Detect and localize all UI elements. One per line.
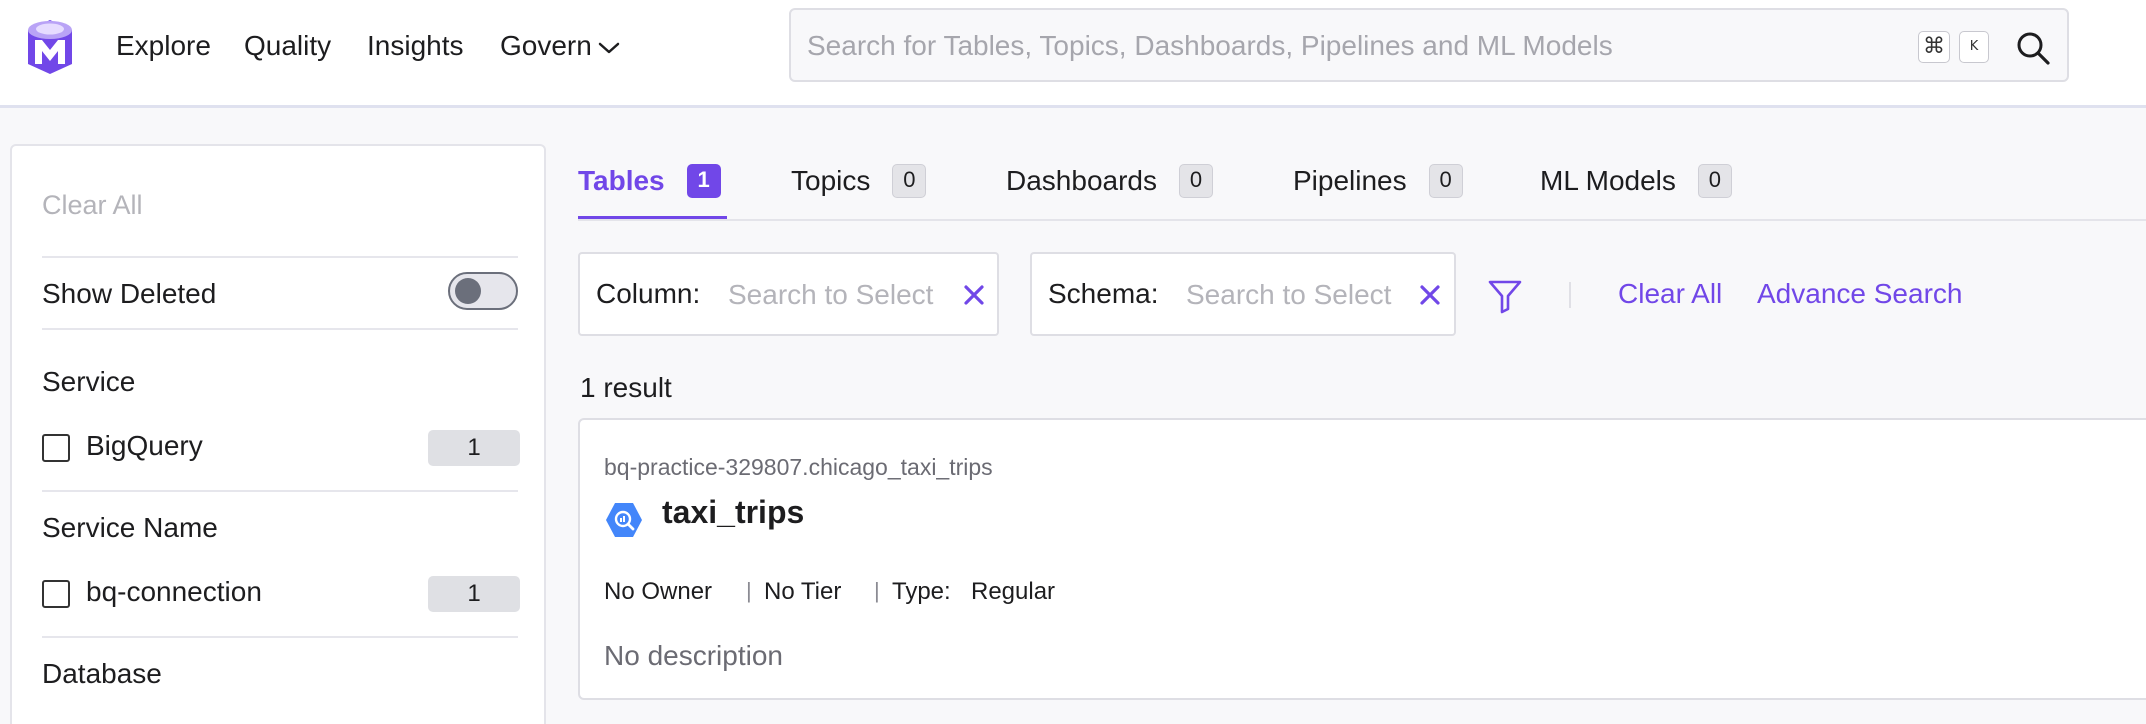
divider (42, 490, 518, 492)
filter-option-count: 1 (428, 576, 520, 612)
tab-label: Topics (791, 165, 871, 196)
tab-label: ML Models (1540, 165, 1676, 196)
column-filter-input[interactable] (728, 276, 948, 314)
nav-quality[interactable]: Quality (244, 28, 331, 64)
nav-govern-dropdown[interactable]: Govern (500, 28, 620, 64)
tab-pipelines[interactable]: Pipelines 0 (1293, 164, 1463, 220)
filter-option-bigquery[interactable]: BigQuery 1 (42, 428, 522, 468)
nav-explore[interactable]: Explore (116, 28, 211, 64)
nav-insights[interactable]: Insights (367, 28, 464, 64)
table-fqn-path[interactable]: bq-practice-329807.chicago_taxi_trips (604, 454, 993, 481)
column-filter-key: Column: (596, 278, 701, 309)
filter-option-bq-connection[interactable]: bq-connection 1 (42, 574, 522, 614)
schema-filter-key: Schema: (1048, 278, 1159, 309)
tab-dashboards[interactable]: Dashboards 0 (1006, 164, 1213, 220)
tab-count-badge: 1 (686, 164, 721, 198)
global-search-box[interactable]: ⌘ K (789, 8, 2069, 82)
tab-count-badge: 0 (1178, 164, 1213, 198)
tab-label: Dashboards (1006, 165, 1157, 196)
filter-funnel-icon[interactable] (1487, 278, 1523, 314)
column-filter-chip[interactable]: Column: (578, 252, 999, 336)
advance-search-button[interactable]: Advance Search (1757, 278, 1962, 310)
meta-separator: | (874, 578, 880, 603)
search-icon[interactable] (2015, 30, 2051, 66)
type-value: Regular (971, 578, 1056, 605)
toggle-knob (455, 278, 481, 304)
clear-all-filters-link[interactable]: Clear All (42, 190, 143, 221)
filter-option-label: bq-connection (86, 576, 262, 607)
filter-group-title-service: Service (42, 366, 136, 397)
show-deleted-toggle[interactable] (448, 272, 518, 310)
divider (42, 636, 518, 638)
tab-tables[interactable]: Tables 1 (578, 164, 727, 220)
table-name-link[interactable]: taxi_trips (662, 494, 804, 531)
openmetadata-logo-icon[interactable] (22, 16, 78, 78)
tab-count-badge: 0 (1428, 164, 1463, 198)
tab-topics[interactable]: Topics 0 (791, 164, 927, 220)
tab-count-badge: 0 (892, 164, 927, 198)
filter-option-count: 1 (428, 430, 520, 466)
owner-value: No Owner (604, 578, 713, 605)
tab-label: Tables (578, 165, 665, 196)
show-deleted-label: Show Deleted (42, 278, 217, 309)
divider (42, 256, 518, 258)
command-key-icon: ⌘ (1918, 31, 1950, 63)
bigquery-icon (606, 503, 642, 537)
result-count: 1 result (580, 372, 672, 403)
tabs-divider (578, 219, 2146, 221)
tab-count-badge: 0 (1697, 164, 1732, 198)
tab-label: Pipelines (1293, 165, 1407, 196)
tier-value: No Tier (764, 578, 842, 605)
global-search-input[interactable] (807, 24, 1887, 68)
divider (42, 328, 518, 330)
filter-group-title-service-name: Service Name (42, 512, 218, 543)
clear-all-button[interactable]: Clear All (1618, 278, 1722, 310)
tab-ml-models[interactable]: ML Models 0 (1540, 164, 1732, 220)
schema-filter-chip[interactable]: Schema: (1030, 252, 1456, 336)
nav-govern-label: Govern (500, 30, 592, 61)
meta-separator: | (746, 578, 752, 603)
vertical-separator (1569, 282, 1571, 308)
top-navigation-bar: Explore Quality Insights Govern ⌘ K (0, 0, 2146, 108)
schema-filter-input[interactable] (1186, 276, 1410, 314)
k-key-badge: K (1959, 31, 1989, 63)
type-key: Type: (892, 578, 951, 605)
table-description: No description (604, 640, 783, 671)
close-icon[interactable] (961, 282, 987, 308)
chevron-down-icon (598, 42, 620, 53)
close-icon[interactable] (1417, 282, 1443, 308)
checkbox[interactable] (42, 580, 70, 608)
search-result-card[interactable]: bq-practice-329807.chicago_taxi_trips ta… (578, 418, 2146, 700)
filter-group-title-database: Database (42, 658, 162, 689)
filter-panel: Clear All Show Deleted Service BigQuery … (10, 144, 546, 724)
filter-option-label: BigQuery (86, 430, 203, 461)
checkbox[interactable] (42, 434, 70, 462)
